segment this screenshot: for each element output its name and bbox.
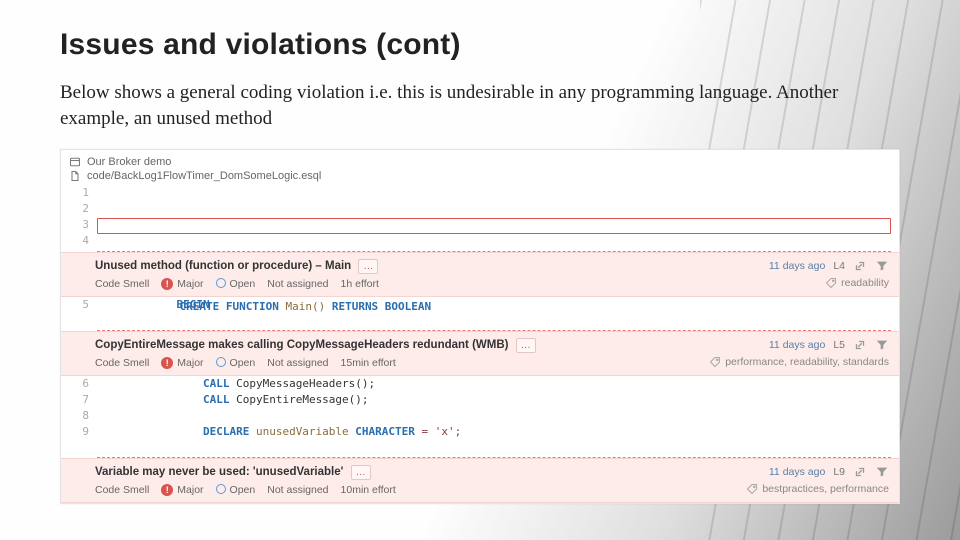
link-icon[interactable] <box>853 338 867 352</box>
issue-tags[interactable]: readability <box>769 277 889 289</box>
issue-tags[interactable]: bestpractices, performance <box>746 483 889 495</box>
issue-status[interactable]: Open <box>216 278 256 290</box>
highlighted-code: CREATE COMPUTE MODULE BackLog1FlowTimer_… <box>97 218 891 234</box>
issue-tags[interactable]: performance, readability, standards <box>709 356 889 368</box>
issue-severity: !Major <box>161 484 203 496</box>
issue-card[interactable]: Unused method (function or procedure) – … <box>61 252 899 297</box>
status-icon <box>216 484 226 494</box>
issue-age[interactable]: 11 days ago <box>769 466 825 478</box>
breadcrumb-file-label: code/BackLog1FlowTimer_DomSomeLogic.esql <box>87 170 321 182</box>
code-analysis-panel: Our Broker demo code/BackLog1FlowTimer_D… <box>60 149 900 504</box>
code-begin: 5 BEGIN <box>61 297 899 331</box>
link-icon[interactable] <box>853 259 867 273</box>
issue-assignee[interactable]: Not assigned <box>267 484 328 496</box>
project-icon <box>69 156 81 168</box>
file-icon <box>69 170 81 182</box>
breadcrumb-project[interactable]: Our Broker demo <box>69 155 891 169</box>
tag-icon <box>825 277 837 289</box>
link-icon[interactable] <box>853 465 867 479</box>
filter-icon[interactable] <box>875 338 889 352</box>
issue-status[interactable]: Open <box>216 357 256 369</box>
severity-icon: ! <box>161 357 173 369</box>
code-block-1: 1 2 3 4 CREATE COMPUTE MODULE BackLog1Fl… <box>61 185 899 252</box>
filter-icon[interactable] <box>875 259 889 273</box>
slide-lead-text: Below shows a general coding violation i… <box>60 80 840 131</box>
issue-line: L4 <box>833 260 845 272</box>
issue-severity: !Major <box>161 278 203 290</box>
severity-icon: ! <box>161 278 173 290</box>
tag-icon <box>709 356 721 368</box>
issue-assignee[interactable]: Not assigned <box>267 278 328 290</box>
code-block-3: 6 7 8 9 CALL CopyMessageHeaders(); CALL … <box>61 376 899 458</box>
more-button[interactable]: … <box>516 338 536 353</box>
slide-content: Issues and violations (cont) Below shows… <box>0 0 960 524</box>
tag-icon <box>746 483 758 495</box>
severity-icon: ! <box>161 484 173 496</box>
status-icon <box>216 278 226 288</box>
issue-type: Code Smell <box>95 484 149 496</box>
issue-card[interactable]: CopyEntireMessage makes calling CopyMess… <box>61 331 899 376</box>
slide-title: Issues and violations (cont) <box>60 28 904 62</box>
issue-line: L5 <box>833 339 845 351</box>
filter-icon[interactable] <box>875 465 889 479</box>
issue-effort: 15min effort <box>341 357 396 369</box>
issue-effort: 1h effort <box>341 278 379 290</box>
breadcrumb-file[interactable]: code/BackLog1FlowTimer_DomSomeLogic.esql <box>69 169 891 183</box>
more-button[interactable]: … <box>358 259 378 274</box>
status-icon <box>216 357 226 367</box>
breadcrumb-project-label: Our Broker demo <box>87 156 171 168</box>
issue-status[interactable]: Open <box>216 484 256 496</box>
source: CREATE COMPUTE MODULE BackLog1FlowTimer_… <box>97 185 899 252</box>
issue-severity: !Major <box>161 357 203 369</box>
issue-type: Code Smell <box>95 357 149 369</box>
issue-age[interactable]: 11 days ago <box>769 260 825 272</box>
more-button[interactable]: … <box>351 465 371 480</box>
issue-age[interactable]: 11 days ago <box>769 339 825 351</box>
gutter: 1 2 3 4 <box>61 185 97 249</box>
issue-assignee[interactable]: Not assigned <box>267 357 328 369</box>
issue-type: Code Smell <box>95 278 149 290</box>
breadcrumb: Our Broker demo code/BackLog1FlowTimer_D… <box>61 150 899 185</box>
issue-effort: 10min effort <box>341 484 396 496</box>
issue-line: L9 <box>833 466 845 478</box>
issue-card[interactable]: Variable may never be used: 'unusedVaria… <box>61 458 899 503</box>
